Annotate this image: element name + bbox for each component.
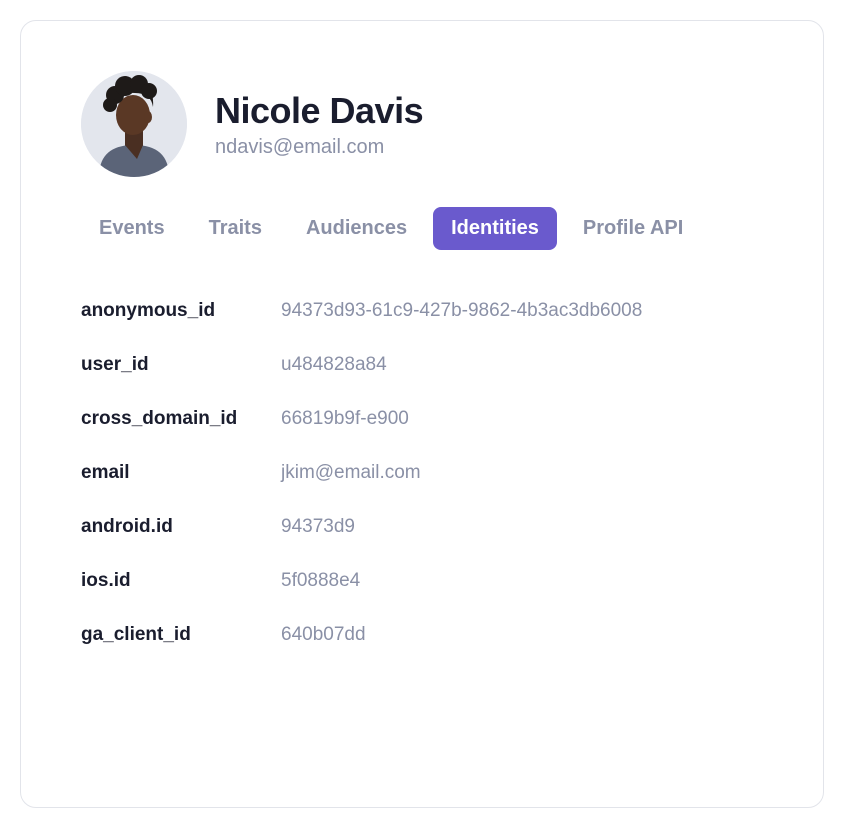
identity-key: android.id (81, 516, 281, 538)
identity-row: user_idu484828a84 (81, 354, 763, 376)
identity-list: anonymous_id94373d93-61c9-427b-9862-4b3a… (81, 300, 763, 646)
profile-card: Nicole Davis ndavis@email.com EventsTrai… (20, 20, 824, 808)
identity-value: 94373d9 (281, 516, 355, 538)
identity-row: android.id94373d9 (81, 516, 763, 538)
identity-key: anonymous_id (81, 300, 281, 322)
identity-key: ga_client_id (81, 624, 281, 646)
identity-row: emailjkim@email.com (81, 462, 763, 484)
identity-value: 5f0888e4 (281, 570, 360, 592)
identity-row: ios.id5f0888e4 (81, 570, 763, 592)
identity-row: cross_domain_id66819b9f-e900 (81, 408, 763, 430)
identity-key: email (81, 462, 281, 484)
identity-value: 66819b9f-e900 (281, 408, 409, 430)
tab-traits[interactable]: Traits (191, 207, 280, 250)
identity-row: ga_client_id640b07dd (81, 624, 763, 646)
profile-email: ndavis@email.com (215, 136, 423, 159)
identity-value: 94373d93-61c9-427b-9862-4b3ac3db6008 (281, 300, 642, 322)
profile-info: Nicole Davis ndavis@email.com (215, 90, 423, 159)
identity-value: u484828a84 (281, 354, 387, 376)
tab-events[interactable]: Events (81, 207, 183, 250)
identity-value: jkim@email.com (281, 462, 421, 484)
tab-identities[interactable]: Identities (433, 207, 557, 250)
profile-header: Nicole Davis ndavis@email.com (81, 71, 763, 177)
identity-value: 640b07dd (281, 624, 366, 646)
tabs: EventsTraitsAudiencesIdentitiesProfile A… (81, 207, 763, 250)
avatar (81, 71, 187, 177)
avatar-illustration-icon (81, 71, 187, 177)
identity-key: cross_domain_id (81, 408, 281, 430)
identity-key: user_id (81, 354, 281, 376)
identity-row: anonymous_id94373d93-61c9-427b-9862-4b3a… (81, 300, 763, 322)
profile-name: Nicole Davis (215, 90, 423, 132)
identity-key: ios.id (81, 570, 281, 592)
tab-profile-api[interactable]: Profile API (565, 207, 701, 250)
tab-audiences[interactable]: Audiences (288, 207, 425, 250)
